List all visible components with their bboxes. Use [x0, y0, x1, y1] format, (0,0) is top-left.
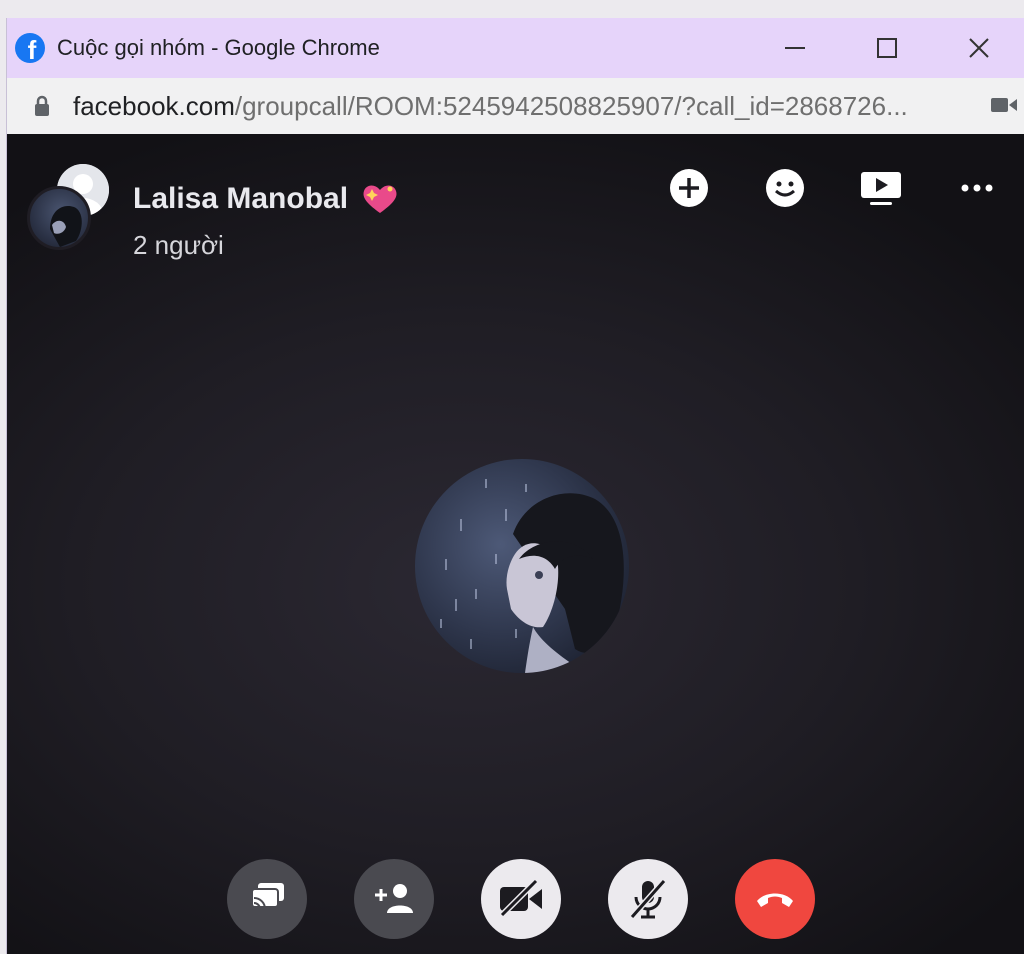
end-call-button[interactable]: [735, 859, 815, 939]
more-button[interactable]: [929, 168, 1024, 208]
participant-count: 2 người: [133, 230, 224, 260]
add-button[interactable]: [641, 168, 737, 208]
share-screen-button[interactable]: [227, 859, 307, 939]
caller-avatar-small: [27, 186, 91, 250]
mic-off-button[interactable]: [608, 859, 688, 939]
window-controls: [749, 18, 1024, 78]
hang-up-icon: [757, 893, 793, 907]
watch-together-button[interactable]: [833, 168, 929, 208]
top-actions: [641, 168, 1024, 208]
add-icon: [670, 169, 708, 207]
group-avatars: [27, 164, 117, 254]
emoji-button[interactable]: [737, 168, 833, 208]
facebook-logo-icon: f: [15, 33, 45, 63]
mic-off-icon: [629, 879, 667, 919]
call-area: Lalisa Manobal 2 người: [7, 134, 1024, 954]
caller-name: Lalisa Manobal: [133, 182, 398, 216]
maximize-button[interactable]: [841, 18, 933, 78]
url-path: /groupcall/ROOM:5245942508825907/?call_i…: [234, 90, 908, 121]
browser-window: f Cuộc gọi nhóm - Google Chrome facebook…: [6, 18, 1024, 954]
maximize-icon: [877, 38, 897, 58]
caller-avatar-large: [415, 459, 629, 673]
anime-avatar-icon: [50, 205, 82, 247]
add-person-button[interactable]: [354, 859, 434, 939]
camera-off-icon: [499, 879, 542, 918]
add-person-icon: [375, 884, 413, 913]
camera-icon[interactable]: [991, 95, 1017, 115]
caller-name-text: Lalisa Manobal: [133, 182, 349, 215]
anime-profile-picture: [415, 459, 629, 673]
address-bar[interactable]: facebook.com/groupcall/ROOM:524594250882…: [7, 78, 1024, 135]
minimize-icon: [785, 47, 805, 49]
title-bar: f Cuộc gọi nhóm - Google Chrome: [7, 18, 1024, 78]
url-text[interactable]: facebook.com/groupcall/ROOM:524594250882…: [73, 91, 908, 122]
lock-icon: [35, 95, 49, 116]
more-icon: [961, 184, 993, 192]
url-domain: facebook.com: [73, 90, 235, 121]
call-controls: [227, 859, 815, 939]
camera-off-button[interactable]: [481, 859, 561, 939]
close-icon: [969, 38, 989, 58]
sparkling-heart-icon: [363, 185, 397, 213]
share-screen-icon: [861, 172, 901, 205]
minimize-button[interactable]: [749, 18, 841, 78]
close-button[interactable]: [933, 18, 1024, 78]
emoji-icon: [766, 169, 804, 207]
screen-share-icon: [251, 883, 284, 910]
window-title: Cuộc gọi nhóm - Google Chrome: [57, 35, 380, 60]
